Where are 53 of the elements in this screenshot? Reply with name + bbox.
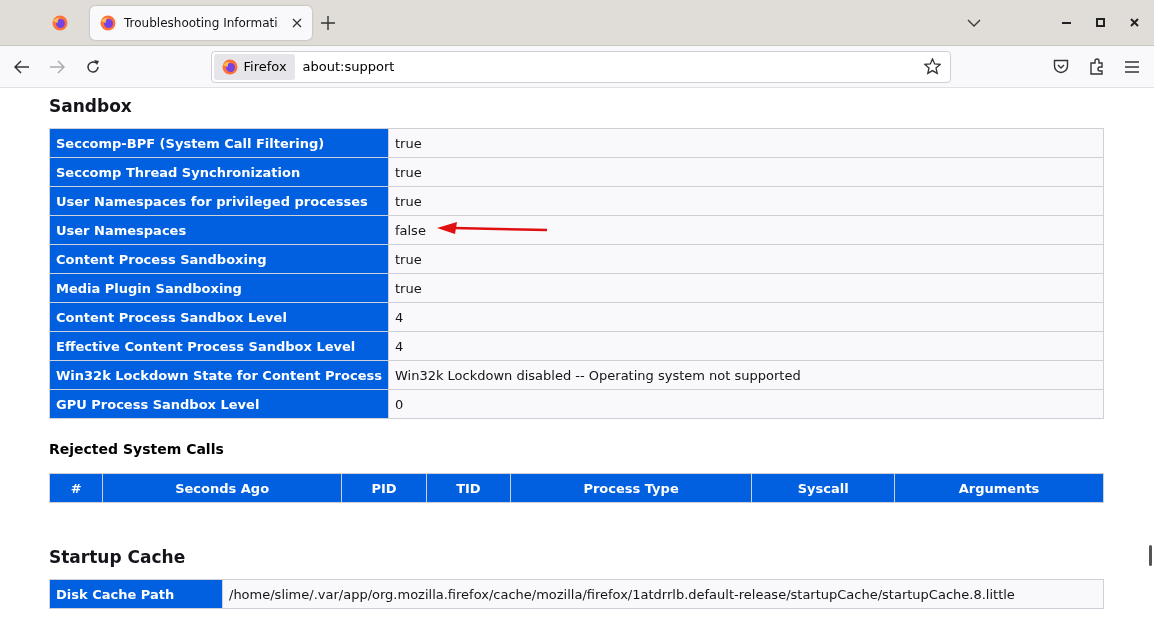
row-value: true xyxy=(388,244,1104,274)
row-label: User Namespaces for privileged processes xyxy=(49,186,389,216)
row-label: Disk Cache Path xyxy=(49,579,223,609)
column-header: Process Type xyxy=(510,473,752,503)
star-icon xyxy=(923,58,941,75)
close-icon[interactable] xyxy=(292,17,302,28)
row-label: Seccomp-BPF (System Call Filtering) xyxy=(49,128,389,158)
section-heading: Startup Cache xyxy=(49,547,187,567)
column-header: Arguments xyxy=(894,473,1104,503)
forward-arrow-icon xyxy=(49,59,66,74)
row-label: Win32k Lockdown State for Content Process xyxy=(49,360,389,390)
minimize-icon xyxy=(1061,21,1071,24)
column-header: TID xyxy=(426,473,511,503)
back-arrow-icon xyxy=(13,59,30,74)
firefox-icon xyxy=(100,14,116,31)
row-value: true xyxy=(388,186,1104,216)
row-value: /home/slime/.var/app/org.mozilla.firefox/cache/mozilla/firefox/1atdrrlb.default-release/startupCache/startupCache.8.little xyxy=(222,579,1104,609)
firefox-icon xyxy=(52,14,68,31)
pocket-icon xyxy=(1053,59,1070,74)
row-value: 4 xyxy=(388,302,1104,332)
identity-button[interactable]: Firefox xyxy=(213,53,295,80)
row-value: true xyxy=(388,157,1104,187)
row-label: Content Process Sandboxing xyxy=(49,244,389,274)
row-value: 0 xyxy=(388,389,1104,419)
column-header: # xyxy=(49,473,103,503)
subsection-heading: Rejected System Calls xyxy=(49,441,225,457)
row-value: true xyxy=(388,128,1104,158)
column-header: PID xyxy=(341,473,427,503)
browser-tab[interactable]: Troubleshooting Informati xyxy=(90,5,312,40)
plus-icon xyxy=(321,15,335,30)
firefox-icon xyxy=(221,58,238,75)
puzzle-piece-icon xyxy=(1088,58,1105,75)
row-label: User Namespaces xyxy=(49,215,389,245)
column-header: Syscall xyxy=(751,473,895,503)
maximize-icon xyxy=(1095,18,1105,27)
row-value: 4 xyxy=(388,331,1104,361)
section-heading: Sandbox xyxy=(49,96,133,116)
row-value: false xyxy=(388,215,1104,245)
row-label: Media Plugin Sandboxing xyxy=(49,273,389,303)
url-text: about:support xyxy=(302,59,396,74)
row-label: Effective Content Process Sandbox Level xyxy=(49,331,389,361)
column-header: Seconds Ago xyxy=(102,473,342,503)
row-label: Content Process Sandbox Level xyxy=(49,302,389,332)
row-value: true xyxy=(388,273,1104,303)
reload-icon xyxy=(84,58,101,75)
close-icon xyxy=(1129,18,1139,27)
address-bar[interactable]: Firefox about:support xyxy=(210,50,952,83)
row-label: GPU Process Sandbox Level xyxy=(49,389,389,419)
row-label: Seccomp Thread Synchronization xyxy=(49,157,389,187)
chevron-down-icon xyxy=(967,18,981,27)
menu-icon xyxy=(1125,60,1140,73)
scrollbar-thumb[interactable] xyxy=(1149,545,1152,566)
row-value: Win32k Lockdown disabled -- Operating system not supported xyxy=(388,360,1104,390)
